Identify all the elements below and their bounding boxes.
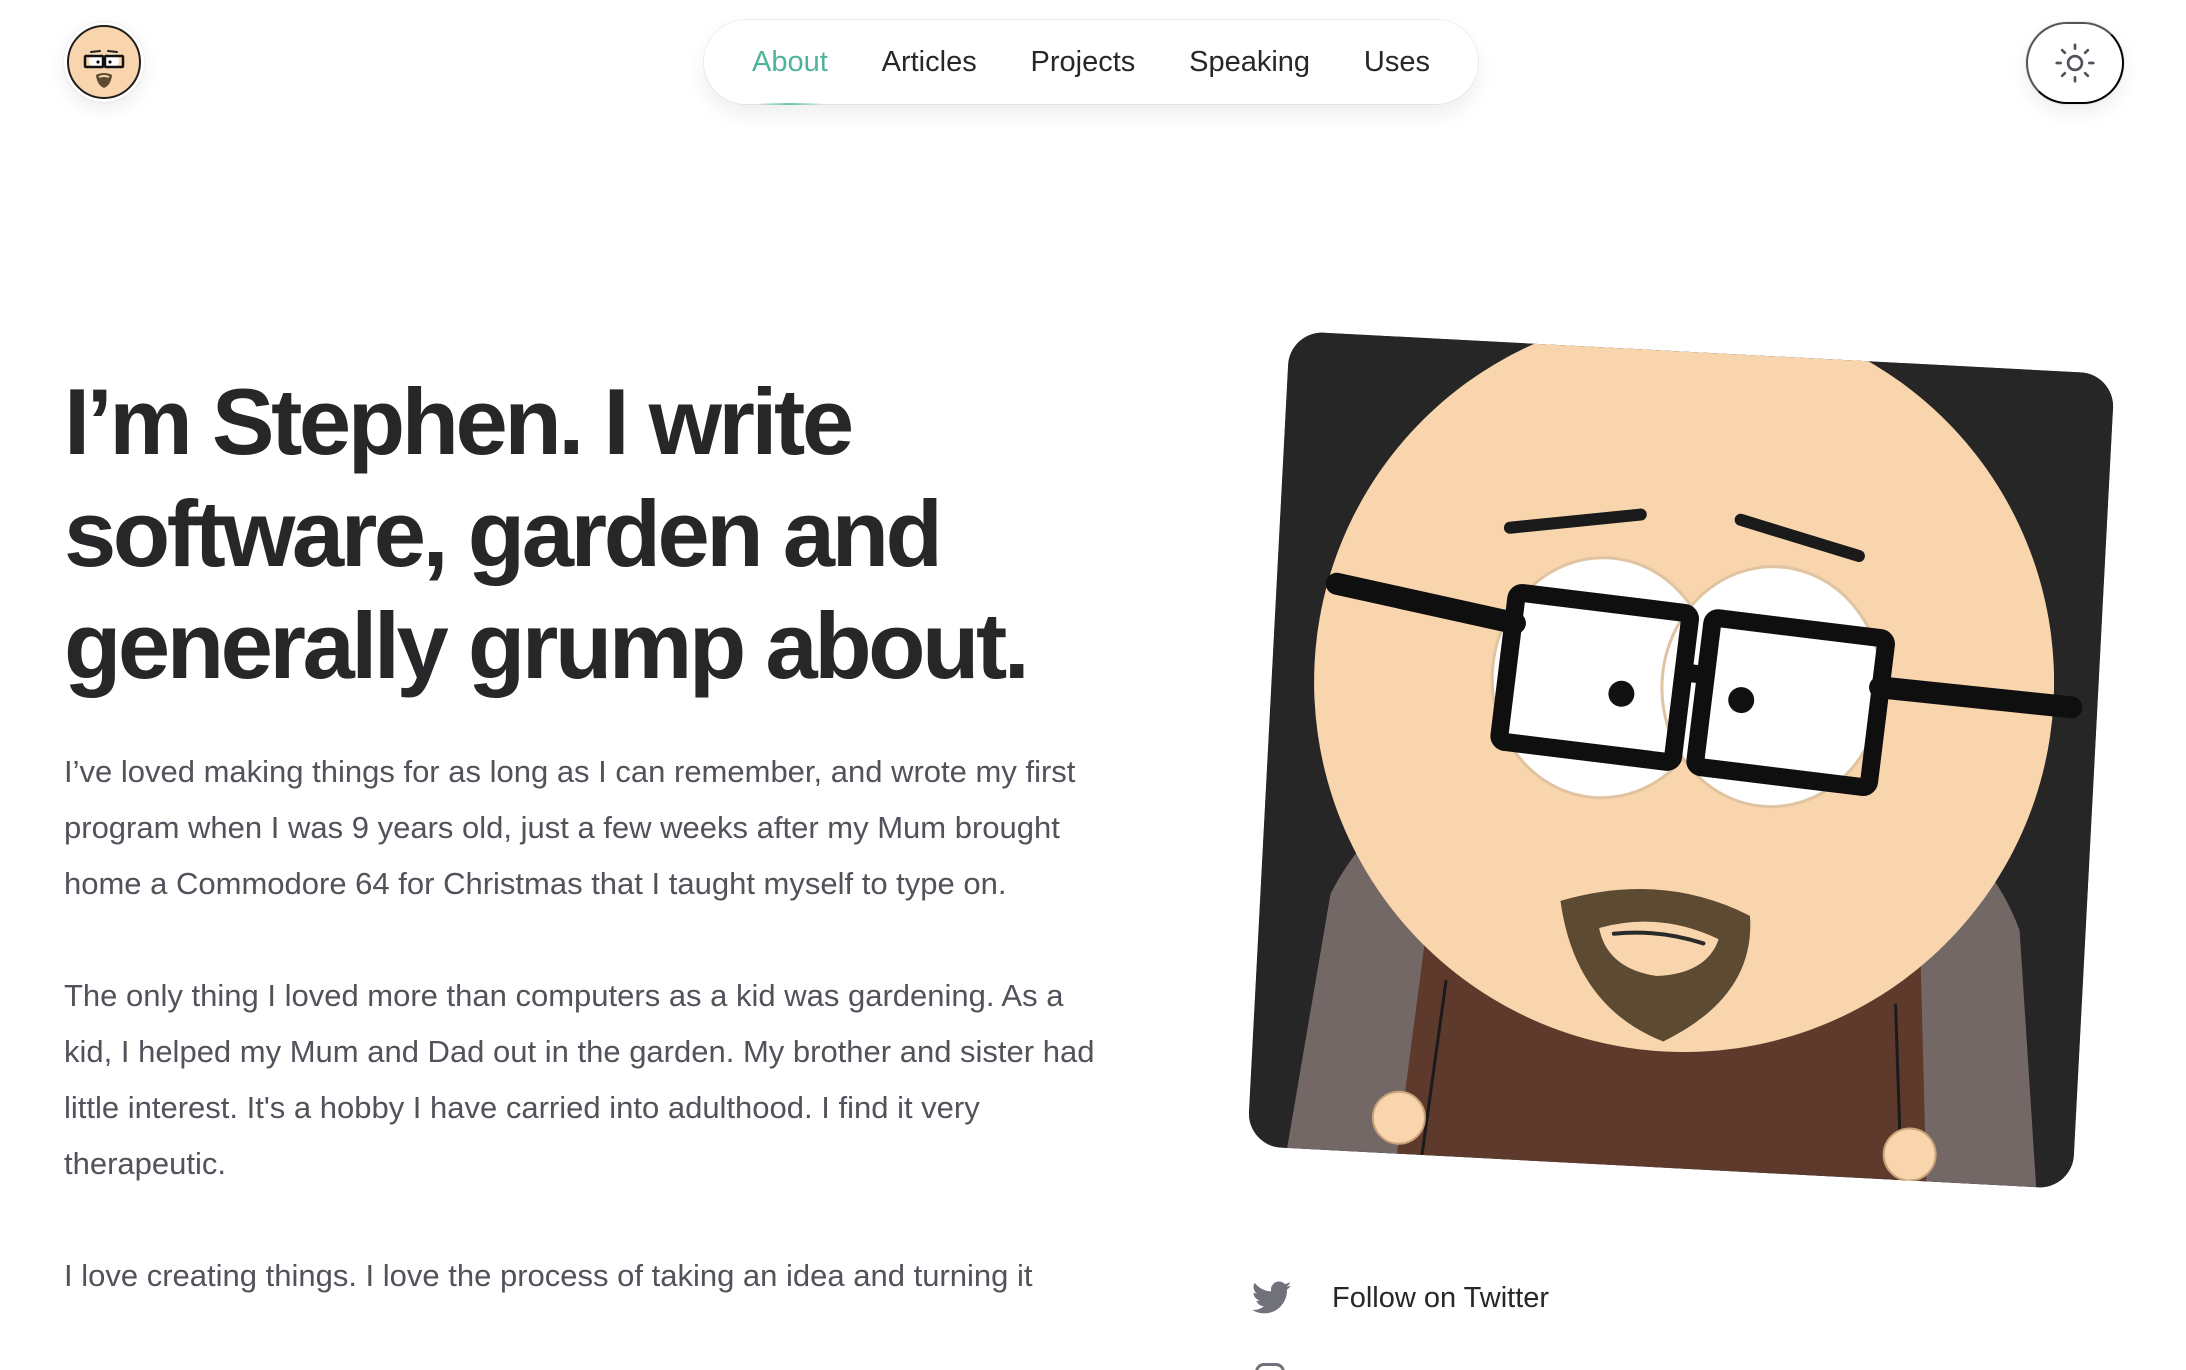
theme-toggle-button[interactable] xyxy=(2026,22,2124,104)
nav-item-articles[interactable]: Articles xyxy=(882,20,977,104)
bio-paragraph: I love creating things. I love the proce… xyxy=(64,1258,1033,1293)
follow-twitter-link[interactable]: Follow on Twitter xyxy=(1252,1278,1549,1318)
home-avatar-link[interactable] xyxy=(64,22,144,102)
bio-text: I’ve loved making things for as long as … xyxy=(64,744,1104,1360)
twitter-icon xyxy=(1252,1278,1292,1318)
cartoon-portrait-illustration xyxy=(1247,330,2115,1190)
bio-paragraph: I’ve loved making things for as long as … xyxy=(64,754,1076,901)
main-nav: About Articles Projects Speaking Uses xyxy=(704,20,1478,105)
follow-twitter-label: Follow on Twitter xyxy=(1332,1281,1550,1314)
nav-item-uses[interactable]: Uses xyxy=(1364,20,1430,104)
nav-item-about[interactable]: About xyxy=(752,20,828,105)
page-title: I’m Stephen. I write software, garden an… xyxy=(64,369,1030,698)
bio-paragraph: The only thing I loved more than compute… xyxy=(64,978,1095,1181)
nav-item-projects[interactable]: Projects xyxy=(1031,20,1136,104)
cartoon-avatar-icon xyxy=(67,25,141,99)
page: About Articles Projects Speaking Uses I’… xyxy=(0,0,2186,1370)
instagram-icon[interactable] xyxy=(1252,1360,1288,1370)
portrait-image xyxy=(1247,330,2115,1190)
sun-icon xyxy=(2055,43,2095,83)
nav-item-speaking[interactable]: Speaking xyxy=(1189,20,1310,104)
